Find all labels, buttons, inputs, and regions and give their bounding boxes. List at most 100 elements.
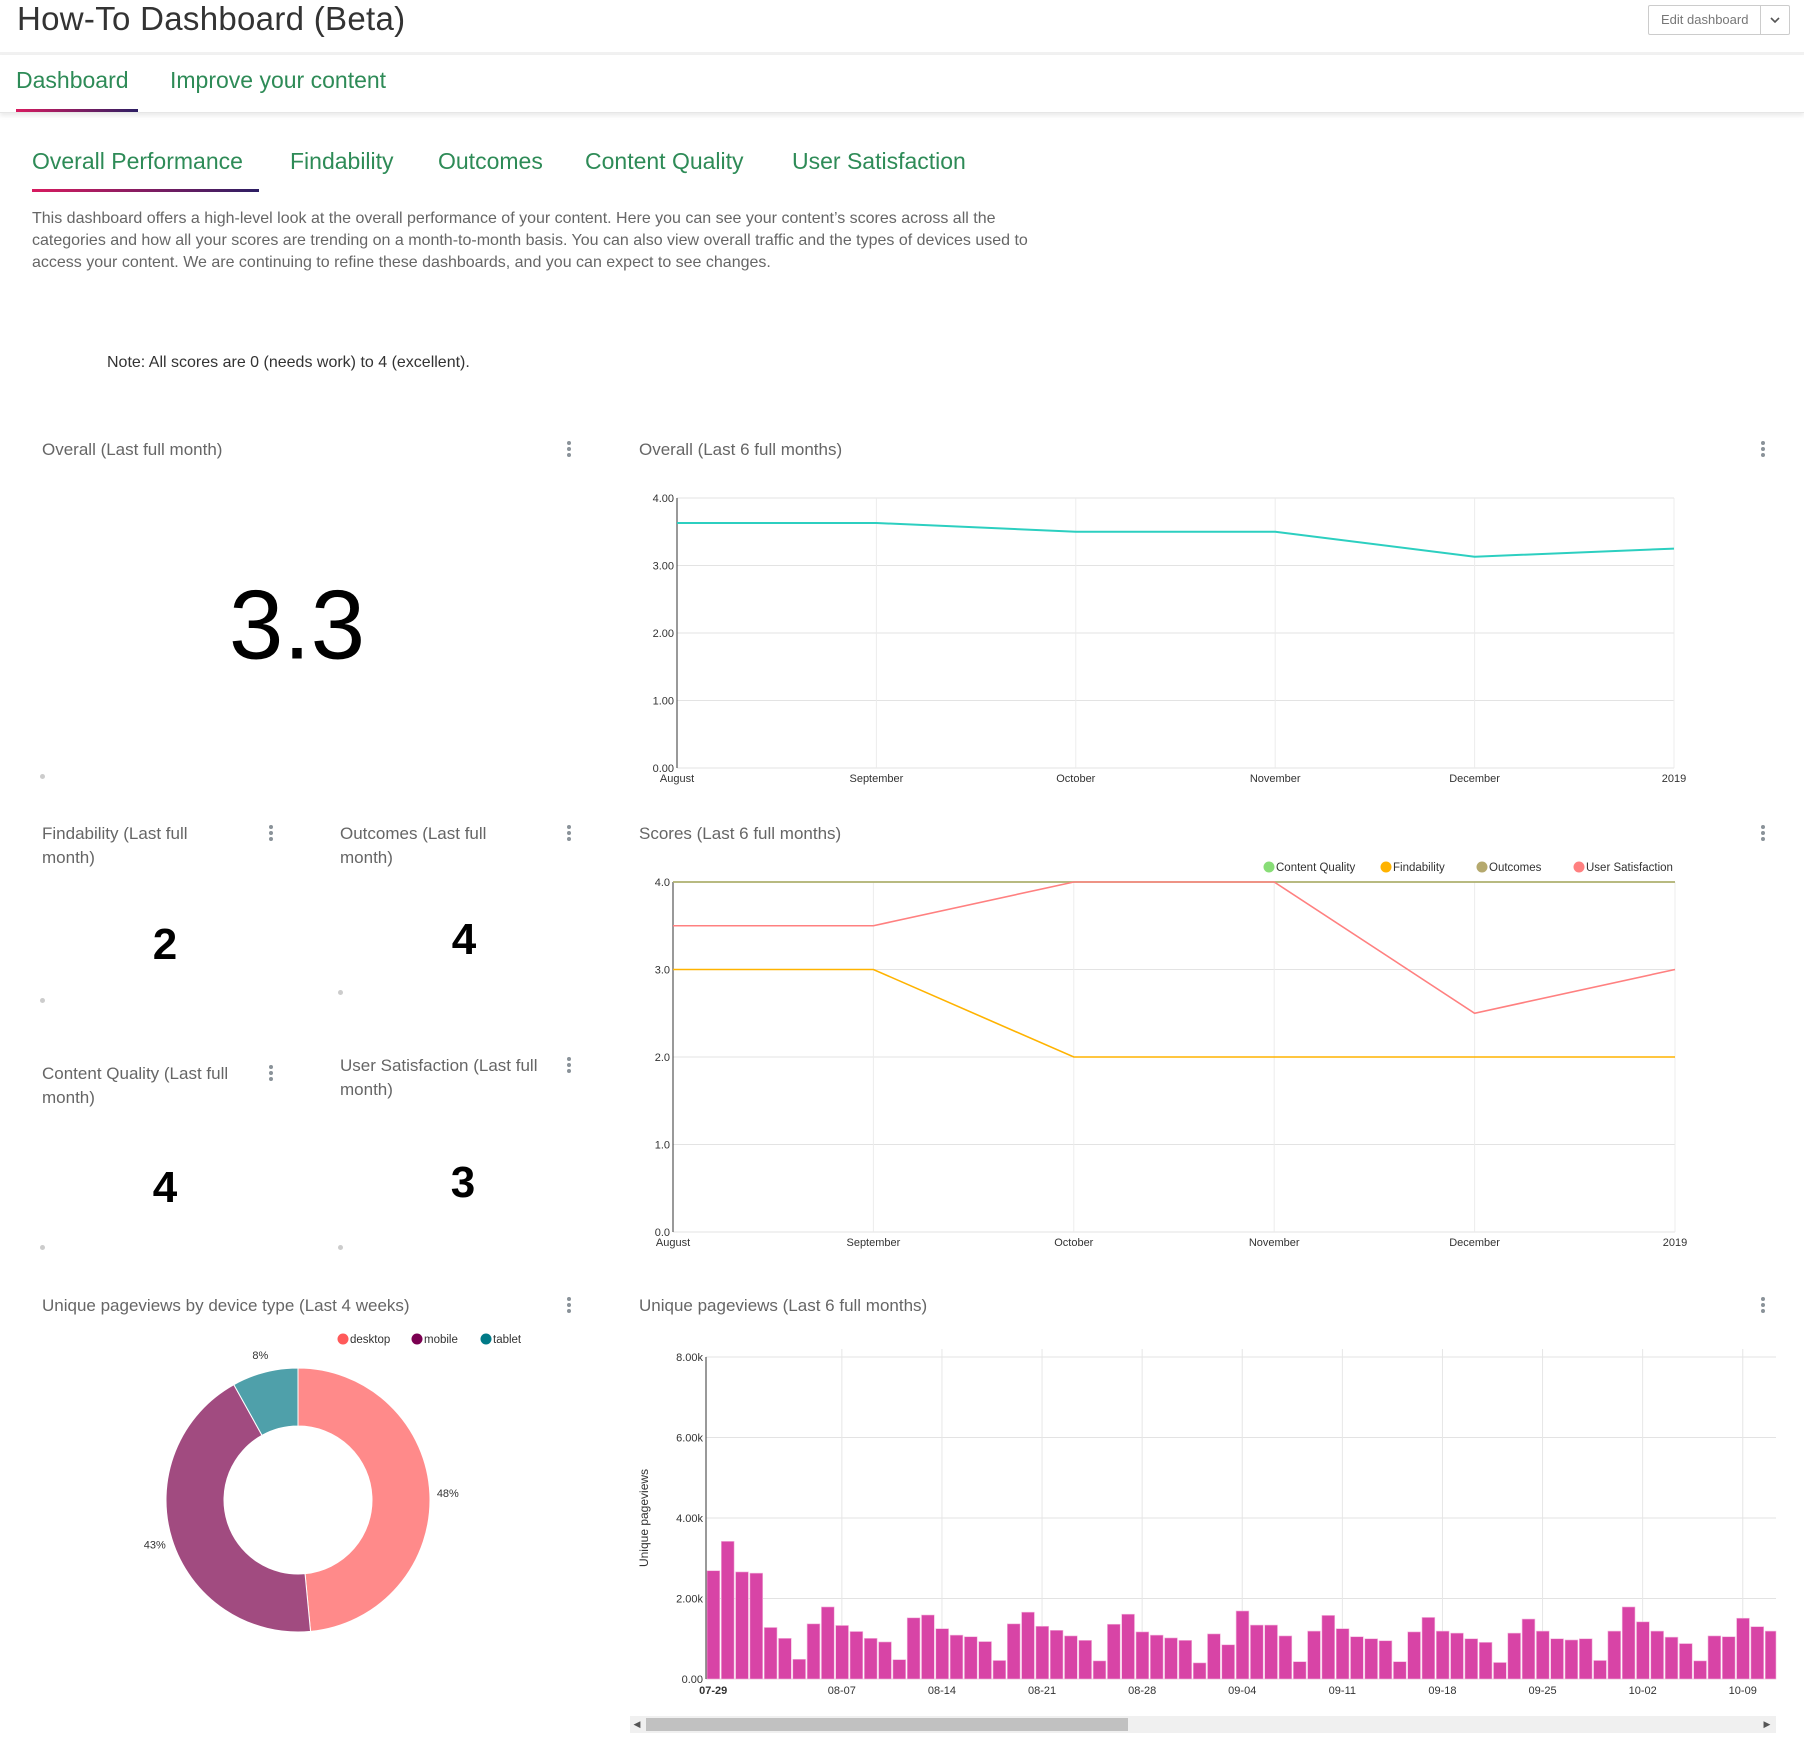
x-tick-label: December — [1449, 1237, 1500, 1249]
bar — [1450, 1632, 1464, 1680]
card-handle — [40, 998, 45, 1003]
x-tick-label: 09-11 — [1329, 1685, 1356, 1697]
bar — [706, 1570, 721, 1680]
series-line-findability — [673, 968, 1675, 1058]
kpi-content-quality-value: 4 — [152, 1163, 178, 1212]
y-tick-label: 6.00k — [676, 1433, 703, 1445]
more-options-icon[interactable] — [266, 824, 276, 844]
legend-marker — [411, 1333, 423, 1345]
legend-marker — [1476, 861, 1488, 873]
bar — [1250, 1624, 1264, 1680]
legend-label: User Satisfaction — [1586, 862, 1673, 874]
bar — [1407, 1631, 1421, 1680]
bar — [1121, 1613, 1135, 1680]
bar — [992, 1660, 1007, 1680]
bar — [1192, 1662, 1207, 1680]
bar — [1135, 1631, 1150, 1680]
x-tick-label: October — [1054, 1237, 1093, 1249]
more-options-icon[interactable] — [564, 824, 574, 844]
legend-marker — [1380, 861, 1392, 873]
kpi-findability-value: 2 — [152, 920, 178, 969]
x-tick-label: 10-02 — [1629, 1685, 1657, 1697]
bar — [1078, 1640, 1092, 1680]
card-handle — [40, 1245, 45, 1250]
bar — [1049, 1629, 1064, 1680]
y-tick-label: 1.00 — [653, 696, 674, 708]
bar — [1350, 1636, 1364, 1680]
x-tick-label: 10-09 — [1729, 1685, 1757, 1697]
bar — [1335, 1628, 1350, 1680]
bar — [1550, 1638, 1564, 1680]
x-tick-label: 07-29 — [699, 1685, 727, 1697]
bar — [935, 1628, 949, 1680]
bar — [878, 1641, 892, 1680]
slice-label: 48% — [437, 1488, 459, 1500]
card-handle — [338, 990, 343, 995]
bar — [1579, 1638, 1593, 1680]
bar — [1436, 1630, 1450, 1680]
bar — [1593, 1660, 1607, 1680]
bar — [792, 1658, 806, 1680]
y-tick-label: 4.00k — [676, 1513, 703, 1525]
bar — [949, 1634, 964, 1680]
legend-marker — [480, 1333, 492, 1345]
x-tick-label: December — [1449, 773, 1500, 785]
bar — [821, 1606, 835, 1680]
bar — [1321, 1615, 1336, 1680]
bar — [1107, 1623, 1121, 1680]
legend-label: Outcomes — [1489, 862, 1542, 874]
bar — [1564, 1639, 1579, 1680]
bar — [778, 1638, 792, 1680]
x-tick-label: 09-04 — [1228, 1685, 1256, 1697]
bar — [1621, 1606, 1636, 1680]
bar — [1750, 1626, 1765, 1680]
more-options-icon[interactable] — [1758, 824, 1768, 844]
bar — [1507, 1632, 1521, 1680]
chart-scrollbar-thumb[interactable] — [646, 1718, 1128, 1731]
bar — [1693, 1660, 1707, 1680]
bar — [863, 1638, 878, 1680]
card-handle — [338, 1245, 343, 1250]
card-title-outcomes: Outcomes (Last full month) — [340, 824, 487, 867]
more-options-icon[interactable] — [1758, 1296, 1768, 1316]
bar — [921, 1614, 935, 1680]
bar — [720, 1541, 735, 1680]
bar — [1421, 1617, 1436, 1680]
bar — [1293, 1661, 1307, 1680]
bar — [1006, 1623, 1021, 1680]
more-options-icon[interactable] — [564, 1296, 574, 1316]
bar — [1378, 1640, 1393, 1680]
x-tick-label: September — [846, 1237, 900, 1249]
slice-label: 43% — [144, 1540, 166, 1552]
bar — [1607, 1630, 1622, 1680]
x-tick-label: 08-28 — [1128, 1685, 1156, 1697]
bar — [806, 1623, 821, 1680]
bar — [1478, 1642, 1493, 1680]
bar — [1221, 1644, 1235, 1680]
bar — [1393, 1661, 1407, 1680]
y-tick-label: 3.0 — [655, 965, 670, 977]
bar — [763, 1627, 778, 1680]
bar — [1521, 1618, 1536, 1680]
legend-label: desktop — [350, 1334, 390, 1346]
x-tick-label: 09-25 — [1528, 1685, 1556, 1697]
bar — [1307, 1630, 1321, 1680]
bar — [892, 1659, 907, 1680]
more-options-icon[interactable] — [266, 1064, 276, 1084]
x-tick-label: 2019 — [1662, 773, 1686, 785]
series-line-overall — [677, 521, 1675, 558]
bar — [1150, 1634, 1164, 1680]
bar — [1707, 1635, 1722, 1680]
bar — [735, 1571, 749, 1680]
scroll-right-arrow[interactable]: ▶ — [1762, 1718, 1772, 1731]
scroll-left-arrow[interactable]: ◀ — [632, 1718, 642, 1731]
bar — [978, 1641, 992, 1680]
x-tick-label: 2019 — [1663, 1237, 1687, 1249]
bar — [1636, 1621, 1650, 1680]
y-tick-label: 2.0 — [655, 1052, 670, 1064]
more-options-icon[interactable] — [564, 1056, 574, 1076]
y-tick-label: 8.00k — [676, 1352, 703, 1364]
series-line-user-satisfaction — [673, 881, 1676, 1015]
bar — [964, 1636, 978, 1680]
card-title-device: Unique pageviews by device type (Last 4 … — [42, 1296, 410, 1315]
